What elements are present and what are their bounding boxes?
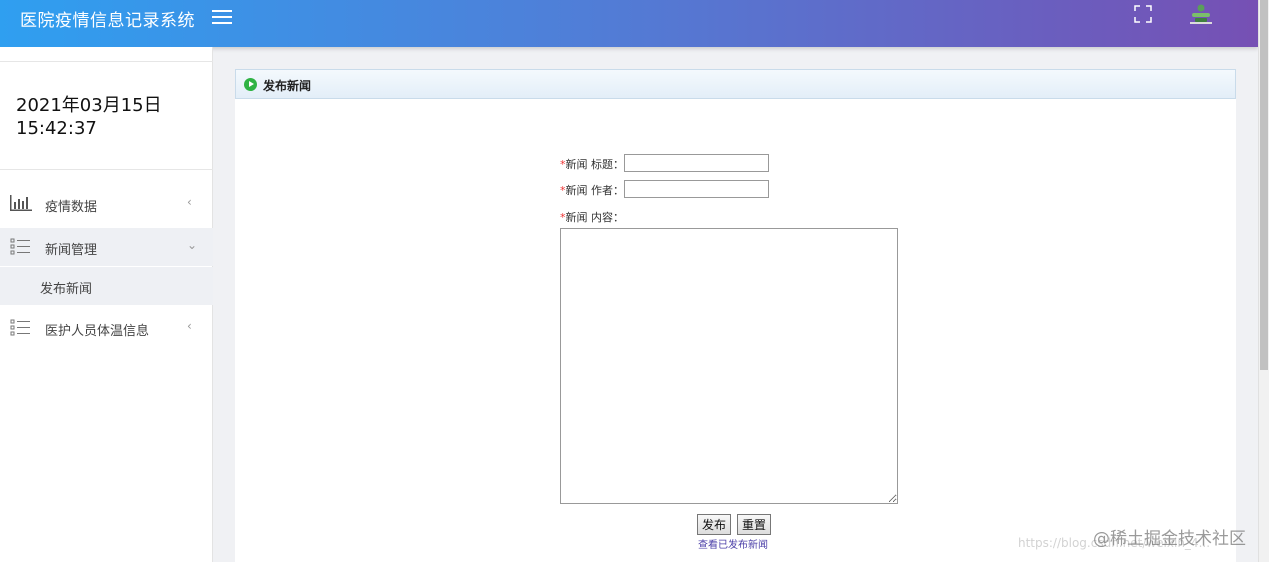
news-title-input[interactable] — [624, 154, 769, 172]
news-title-label: *新闻 标题： — [560, 156, 624, 172]
bar-chart-icon — [10, 195, 32, 211]
publish-button[interactable]: 发布 — [697, 514, 732, 535]
chevron-left-icon: ‹ — [187, 195, 192, 209]
scrollbar-thumb[interactable] — [1260, 0, 1268, 370]
current-time: 15:42:37 — [16, 118, 97, 139]
current-date: 2021年03月15日 — [16, 95, 162, 116]
sidebar-item-label: 医护人员体温信息 — [45, 324, 150, 339]
fullscreen-icon[interactable] — [1134, 5, 1152, 23]
sidebar-item-label: 新闻管理 — [45, 243, 98, 258]
view-published-news-link[interactable]: 查看已发布新闻 — [698, 536, 768, 551]
panel-title: 发布新闻 — [263, 79, 312, 93]
news-content-textarea[interactable] — [560, 228, 898, 504]
news-content-label: *新闻 内容： — [560, 209, 624, 225]
news-content-label-text: 新闻 内容： — [565, 211, 625, 224]
date-time-display: 2021年03月15日 15:42:37 — [0, 61, 213, 170]
list-icon — [10, 238, 32, 255]
sidebar-item-staff-temperature[interactable]: 医护人员体温信息 ‹ — [0, 309, 213, 347]
sidebar-item-news-management[interactable]: 新闻管理 ⌄ — [0, 228, 213, 266]
sidebar-item-label: 疫情数据 — [45, 200, 98, 215]
app-title: 医院疫情信息记录系统 — [20, 11, 195, 31]
chevron-left-icon: ‹ — [187, 319, 192, 333]
chevron-down-icon: ⌄ — [187, 238, 198, 252]
reset-button[interactable]: 重置 — [737, 514, 772, 535]
hamburger-menu-icon[interactable] — [212, 10, 232, 26]
sidebar-subitem-publish-news[interactable]: 发布新闻 — [0, 267, 213, 305]
news-author-label: *新闻 作者： — [560, 182, 624, 198]
play-circle-icon — [244, 78, 257, 91]
sidebar-subitem-label: 发布新闻 — [40, 282, 93, 297]
news-author-label-text: 新闻 作者： — [565, 184, 625, 197]
page-scrollbar[interactable] — [1258, 0, 1269, 562]
top-bar: 医院疫情信息记录系统 — [0, 0, 1258, 47]
list-icon — [10, 319, 32, 336]
watermark-brand: @稀土掘金技术社区 — [1093, 529, 1246, 549]
news-title-label-text: 新闻 标题： — [565, 158, 625, 171]
news-author-input[interactable] — [624, 180, 769, 198]
sidebar-item-epidemic-data[interactable]: 疫情数据 ‹ — [0, 185, 213, 223]
panel-header: 发布新闻 — [235, 69, 1236, 99]
sidebar: 2021年03月15日 15:42:37 疫情数据 ‹ 新闻管理 ⌄ 发布新闻 — [0, 47, 213, 562]
main-panel: 发布新闻 *新闻 标题： *新闻 作者： *新闻 内容： 发布 重置 查看已发布… — [235, 69, 1236, 562]
user-avatar-icon[interactable] — [1188, 2, 1214, 26]
